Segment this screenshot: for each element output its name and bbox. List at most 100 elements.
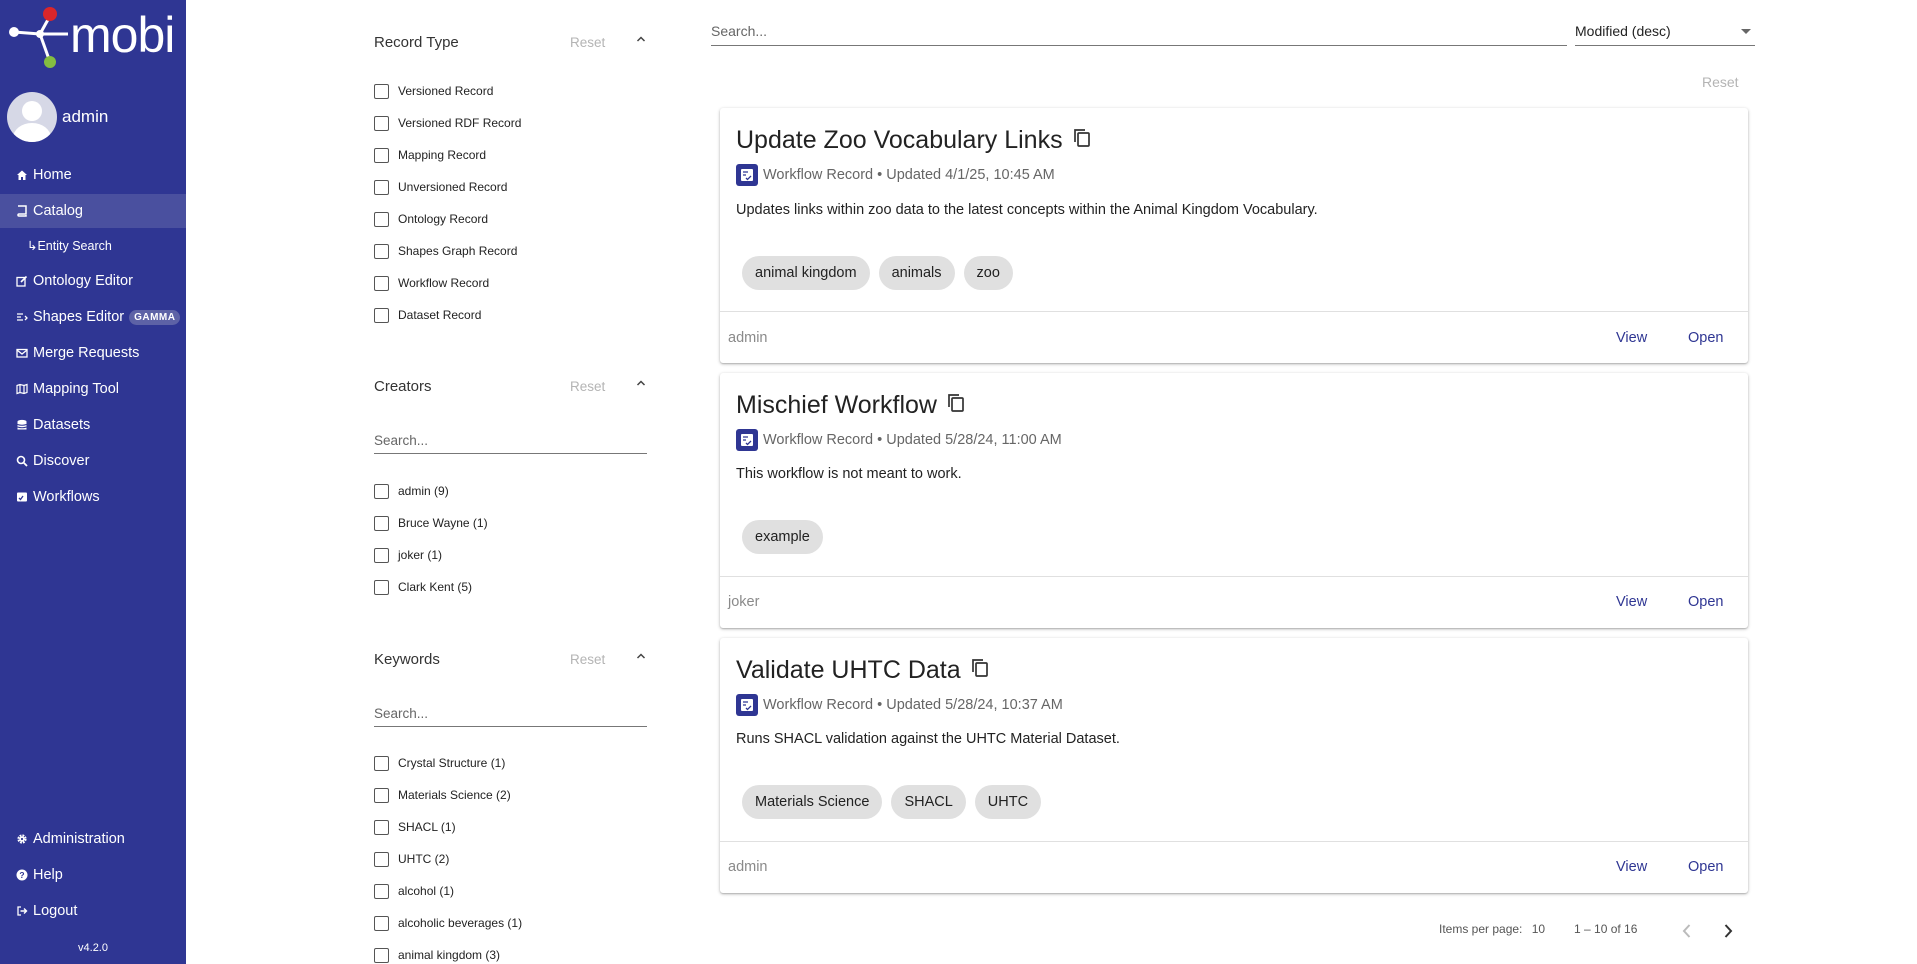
filter-creators-reset[interactable]: Reset: [570, 379, 605, 394]
filter-record-type-title: Record Type: [374, 34, 459, 51]
record-type-option[interactable]: Mapping Record: [374, 145, 486, 165]
checkbox[interactable]: [374, 947, 389, 963]
keyword-option[interactable]: alcohol (1): [374, 881, 454, 901]
nav-ontology-editor[interactable]: Ontology Editor: [0, 264, 186, 298]
open-button[interactable]: Open: [1688, 594, 1723, 610]
nav-discover[interactable]: Discover: [0, 444, 186, 478]
creator-option[interactable]: joker (1): [374, 545, 442, 565]
keyword-chip[interactable]: animal kingdom: [742, 256, 870, 290]
copy-icon[interactable]: [971, 658, 989, 678]
record-type-option[interactable]: Workflow Record: [374, 273, 489, 293]
creator-option[interactable]: Clark Kent (5): [374, 577, 472, 597]
nav-logout[interactable]: Logout: [0, 894, 186, 928]
checkbox[interactable]: [374, 819, 389, 835]
chevron-left-icon[interactable]: [1680, 922, 1694, 940]
keyword-option[interactable]: Crystal Structure (1): [374, 753, 505, 773]
checkbox[interactable]: [374, 515, 389, 531]
record-title[interactable]: Validate UHTC Data: [736, 656, 961, 685]
checkbox[interactable]: [374, 243, 389, 259]
items-per-page[interactable]: Items per page: 10: [1439, 922, 1545, 936]
keyword-chip[interactable]: zoo: [963, 256, 1013, 290]
filter-keywords-reset[interactable]: Reset: [570, 652, 605, 667]
keyword-option[interactable]: UHTC (2): [374, 849, 449, 869]
checkbox[interactable]: [374, 483, 389, 499]
user-profile[interactable]: admin: [7, 91, 108, 143]
nav-workflows[interactable]: Workflows: [0, 480, 186, 514]
nav-catalog-label: Catalog: [33, 203, 83, 219]
checkbox[interactable]: [374, 579, 389, 595]
record-type-option[interactable]: Versioned Record: [374, 81, 493, 101]
checkbox[interactable]: [374, 547, 389, 563]
catalog-search-input[interactable]: [711, 16, 1567, 46]
open-button[interactable]: Open: [1688, 859, 1723, 875]
help-icon: ?: [15, 869, 28, 882]
keyword-option[interactable]: animal kingdom (3): [374, 945, 500, 964]
keyword-chip[interactable]: UHTC: [974, 785, 1042, 819]
checkbox[interactable]: [374, 83, 389, 99]
keyword-option[interactable]: Materials Science (2): [374, 785, 511, 805]
checkbox[interactable]: [374, 915, 389, 931]
chevron-right-icon[interactable]: [1721, 922, 1735, 940]
checkbox[interactable]: [374, 115, 389, 131]
nav-discover-label: Discover: [33, 453, 90, 469]
keyword-chip[interactable]: example: [742, 520, 823, 554]
nav-entity-search[interactable]: ↳Entity Search: [27, 238, 112, 253]
copy-icon[interactable]: [1073, 128, 1091, 148]
main-reset-button[interactable]: Reset: [1702, 74, 1739, 90]
nav-help[interactable]: ? Help: [0, 858, 186, 892]
nav-home[interactable]: Home: [0, 158, 186, 192]
record-type-option[interactable]: Shapes Graph Record: [374, 241, 517, 261]
record-creator: admin: [728, 330, 768, 346]
keyword-chip[interactable]: SHACL: [891, 785, 966, 819]
filter-record-type-reset[interactable]: Reset: [570, 35, 605, 50]
checkbox[interactable]: [374, 883, 389, 899]
divider: [720, 311, 1748, 312]
record-type-option[interactable]: Unversioned Record: [374, 177, 507, 197]
nav-mapping-tool[interactable]: Mapping Tool: [0, 372, 186, 406]
nav-merge-requests[interactable]: Merge Requests: [0, 336, 186, 370]
creators-search-input[interactable]: [374, 428, 647, 454]
checkbox[interactable]: [374, 787, 389, 803]
view-button[interactable]: View: [1616, 594, 1647, 610]
nav-catalog[interactable]: Catalog: [0, 194, 186, 228]
creator-option[interactable]: Bruce Wayne (1): [374, 513, 488, 533]
record-title[interactable]: Mischief Workflow: [736, 391, 937, 420]
copy-icon[interactable]: [947, 393, 965, 413]
sort-select[interactable]: Modified (desc): [1575, 16, 1755, 46]
keyword-option[interactable]: alcoholic beverages (1): [374, 913, 522, 933]
keyword-option[interactable]: SHACL (1): [374, 817, 456, 837]
checkbox[interactable]: [374, 851, 389, 867]
checkbox[interactable]: [374, 211, 389, 227]
open-button[interactable]: Open: [1688, 330, 1723, 346]
record-type-option[interactable]: Dataset Record: [374, 305, 481, 325]
chevron-up-icon[interactable]: [636, 34, 646, 44]
checkbox[interactable]: [374, 147, 389, 163]
keyword-chip[interactable]: Materials Science: [742, 785, 883, 819]
chevron-up-icon[interactable]: [636, 378, 646, 388]
workflow-record-icon: [736, 164, 758, 186]
view-button[interactable]: View: [1616, 330, 1647, 346]
sidebar: mobi admin Home Catalog ↳Entity Search O…: [0, 0, 186, 964]
pager-range: 1 – 10 of 16: [1574, 922, 1638, 936]
chevron-up-icon[interactable]: [636, 651, 646, 661]
mobi-logo[interactable]: mobi: [6, 4, 186, 70]
record-type-option[interactable]: Ontology Record: [374, 209, 488, 229]
checkbox[interactable]: [374, 179, 389, 195]
view-button[interactable]: View: [1616, 859, 1647, 875]
nav-administration-label: Administration: [33, 831, 125, 847]
nav-datasets[interactable]: Datasets: [0, 408, 186, 442]
keyword-chip[interactable]: animals: [878, 256, 955, 290]
record-description: This workflow is not meant to work.: [736, 466, 962, 482]
checkbox[interactable]: [374, 275, 389, 291]
nav-administration[interactable]: Administration: [0, 822, 186, 856]
items-per-page-label: Items per page:: [1439, 922, 1523, 936]
record-type-option[interactable]: Versioned RDF Record: [374, 113, 521, 133]
checkbox[interactable]: [374, 755, 389, 771]
nav-shapes-editor[interactable]: Shapes Editor GAMMA: [0, 300, 186, 334]
creator-option[interactable]: admin (9): [374, 481, 449, 501]
workflow-icon: [15, 491, 28, 504]
checkbox[interactable]: [374, 307, 389, 323]
record-title[interactable]: Update Zoo Vocabulary Links: [736, 126, 1063, 155]
keywords-search-input[interactable]: [374, 701, 647, 727]
nav-merge-requests-label: Merge Requests: [33, 345, 140, 361]
